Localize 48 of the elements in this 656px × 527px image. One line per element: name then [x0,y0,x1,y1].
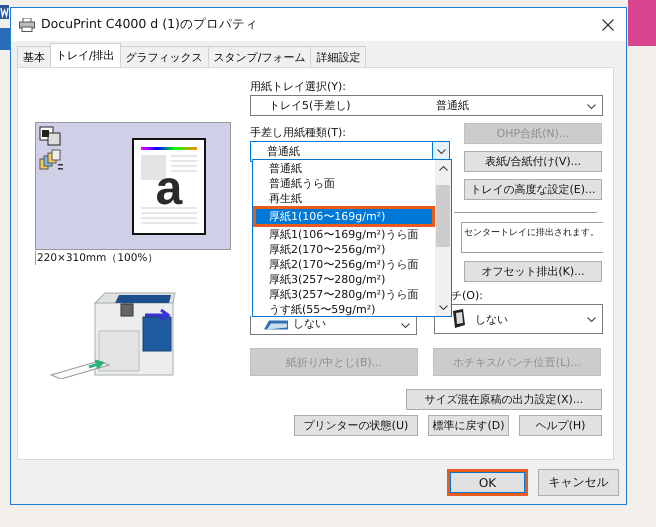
paper-tray-dropdown[interactable]: トレイ5(手差し) 普通紙 [250,95,603,116]
paper-tray-label: 用紙トレイ選択(Y): [250,80,348,94]
scrollbar[interactable] [435,160,451,316]
chevron-down-icon [401,323,410,328]
manual-paper-label: 手差し用紙種類(T): [250,126,348,140]
close-icon[interactable] [602,18,614,30]
page-drawing: a [132,138,206,235]
tab[interactable]: 基本 [17,46,51,67]
list-option[interactable]: 普通紙 [253,161,435,176]
list-option[interactable]: 厚紙3(257〜280g/m²) [253,272,435,287]
list-option[interactable]: 厚紙1(106〜169g/m²) [253,206,435,227]
app-icon [0,5,9,19]
utility-button[interactable]: プリンターの状態(U) [294,415,418,436]
window-title: DocuPrint C4000 d (1)のプロパティ [41,16,258,33]
scroll-up-icon [438,166,448,171]
list-option[interactable]: うす紙(55〜59g/m²) [253,302,435,317]
list-option[interactable]: 厚紙2(170〜256g/m²)うら面 [253,257,435,272]
background-banner [628,0,656,46]
utility-button[interactable]: ヘルプ(H) [519,415,602,436]
document-stack-icon [39,126,65,172]
scrollbar-thumb[interactable] [436,185,450,247]
folded-paper-icon [263,319,289,331]
list-option[interactable]: 厚紙3(257〜280g/m²)うら面 [253,287,435,302]
chevron-down-icon [587,317,596,322]
list-option[interactable]: 再生紙 [253,191,435,206]
dialog-button[interactable]: OK [447,469,528,496]
staple-dropdown[interactable]: しない [434,304,603,334]
tab[interactable]: トレイ/排出 [50,43,121,67]
offset-button[interactable]: オフセット排出(K)... [464,261,602,282]
settings-button[interactable]: 表紙/合紙付け(V)... [464,151,602,172]
list-option[interactable]: 普通紙うら面 [253,176,435,191]
list-option[interactable]: 厚紙1(106〜169g/m²)うら面 [253,227,435,242]
dialog-button[interactable]: キャンセル [538,469,619,496]
stapled-book-icon [451,309,467,329]
scroll-down-icon [438,305,448,310]
tab[interactable]: 詳細設定 [310,46,366,67]
printer-icon [19,18,35,32]
settings-button[interactable]: トレイの高度な設定(E)... [464,179,602,200]
mixed-size-button[interactable]: サイズ混在原稿の出力設定(X)... [406,389,602,410]
chevron-down-icon [436,149,446,154]
output-message-box: センタートレイに排出されます。 [461,222,603,253]
fold-dropdown[interactable]: しない [250,316,417,335]
chevron-down-icon [587,104,596,108]
staple-label: チ(O): [451,289,484,303]
utility-button[interactable]: 標準に戻す(D) [428,415,509,436]
background-window [0,28,10,50]
list-option[interactable]: 厚紙2(170〜256g/m²) [253,242,435,257]
paper-size-caption: 220×310mm（100%） [35,251,231,265]
